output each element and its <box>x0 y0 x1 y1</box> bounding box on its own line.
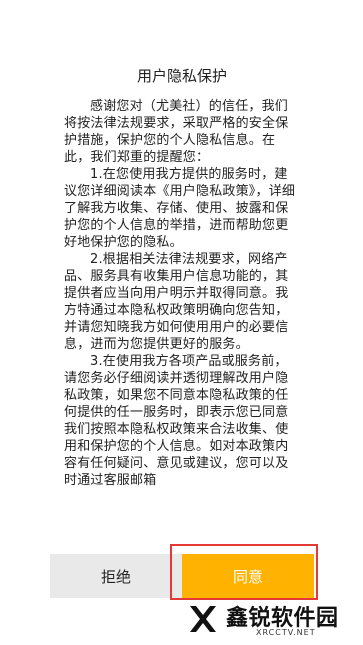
policy-content[interactable]: 感谢您对（尤美社）的信任，我们将按法律法规要求，采取严格的安全保护措施，保护您的… <box>64 98 300 558</box>
policy-paragraph: 感谢您对（尤美社）的信任，我们将按法律法规要求，采取严格的安全保护措施，保护您的… <box>64 99 289 165</box>
policy-paragraph: 3.在使用我方各项产品或服务前，请您务必仔细阅读并透彻理解改用户隐私政策，如果您… <box>64 354 289 488</box>
dialog-title: 用户隐私保护 <box>136 67 227 85</box>
watermark-subtitle: XRCCTV.NET <box>256 628 316 637</box>
agree-button[interactable]: 同意 <box>182 554 314 598</box>
policy-paragraph: 1.在您使用我方提供的服务时，建议您详细阅读本《用户隐私政策》，详细了解我方收集… <box>64 167 296 250</box>
privacy-dialog: 用户隐私保护 感谢您对（尤美社）的信任，我们将按法律法规要求，采取严格的安全保护… <box>50 48 314 598</box>
watermark-logo-icon <box>190 606 216 632</box>
watermark: 鑫锐软件园 XRCCTV.NET <box>186 598 363 645</box>
policy-paragraph: 2.根据相关法律法规要求，网络产品、服务具有收集用户信息功能的，其提供者应当向用… <box>64 252 289 352</box>
reject-button[interactable]: 拒绝 <box>50 554 182 598</box>
button-bar: 拒绝 同意 <box>50 554 314 598</box>
